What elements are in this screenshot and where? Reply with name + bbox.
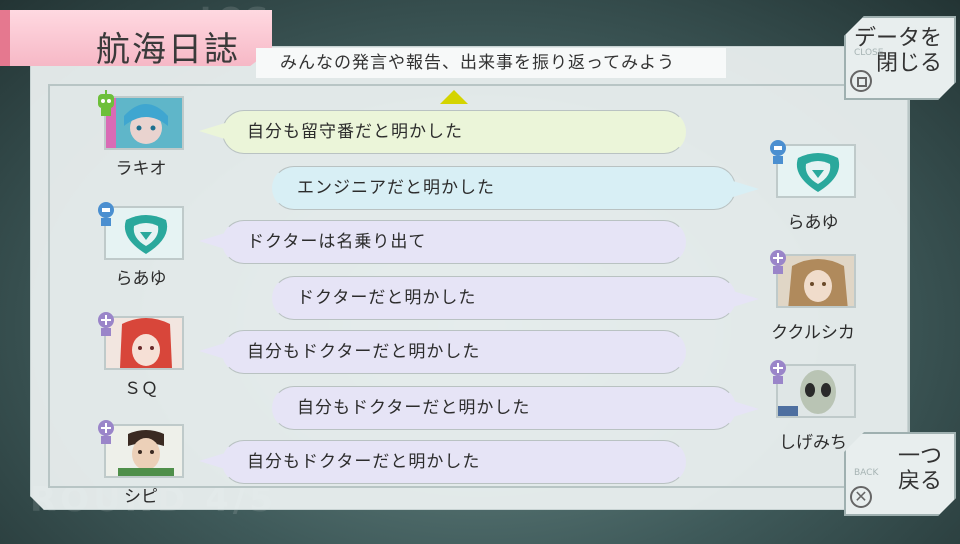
speaker-name: ＳＱ xyxy=(124,379,158,399)
doctor-icon xyxy=(98,420,114,444)
doctor-icon xyxy=(98,312,114,336)
subtitle-bar: みんなの発言や報告、出来事を振り返ってみよう xyxy=(256,48,726,78)
portrait-raayu-right xyxy=(768,140,858,206)
portrait-shigemichi xyxy=(768,360,858,426)
log-bubble: ドクターだと明かした xyxy=(272,276,759,320)
speaker-name: シピ xyxy=(124,487,158,507)
engineer-icon xyxy=(770,140,786,164)
page-title: 航海日誌 xyxy=(96,30,240,70)
green-robot-icon xyxy=(98,90,114,116)
portrait-kukurushika xyxy=(768,250,858,316)
close-data-button[interactable]: データを 閉じる CLOSE xyxy=(844,16,956,100)
portrait-rakio xyxy=(96,90,186,158)
log-bubble: 自分もドクターだと明かした xyxy=(272,386,759,430)
doctor-icon xyxy=(770,360,786,384)
title-tab: 航海日誌 xyxy=(0,10,272,66)
portrait-shipi xyxy=(96,420,186,486)
speaker-name: ククルシカ xyxy=(771,323,855,343)
portrait-raayu-left xyxy=(96,202,186,268)
log-bubble: エンジニアだと明かした xyxy=(272,166,759,210)
portrait-sq xyxy=(96,312,186,378)
speaker-name: しげみち xyxy=(779,433,847,453)
close-small-label: CLOSE xyxy=(854,48,884,58)
cross-button-icon: ✕ xyxy=(850,486,872,508)
engineer-icon xyxy=(98,202,114,226)
speaker-name: らあゆ xyxy=(787,213,839,233)
back-label: 一つ 戻る xyxy=(897,444,942,494)
square-button-icon xyxy=(850,70,872,92)
log-bubble: 自分も留守番だと明かした xyxy=(199,110,686,154)
log-bubble: ドクターは名乗り出て xyxy=(199,220,686,264)
log-bubble: 自分もドクターだと明かした xyxy=(199,330,686,374)
log-bubble: 自分もドクターだと明かした xyxy=(199,440,686,484)
speaker-name: らあゆ xyxy=(115,269,167,289)
back-small-label: BACK xyxy=(854,468,879,478)
doctor-icon xyxy=(770,250,786,274)
speaker-name: ラキオ xyxy=(115,159,167,179)
scroll-up-arrow-icon[interactable] xyxy=(440,90,468,104)
